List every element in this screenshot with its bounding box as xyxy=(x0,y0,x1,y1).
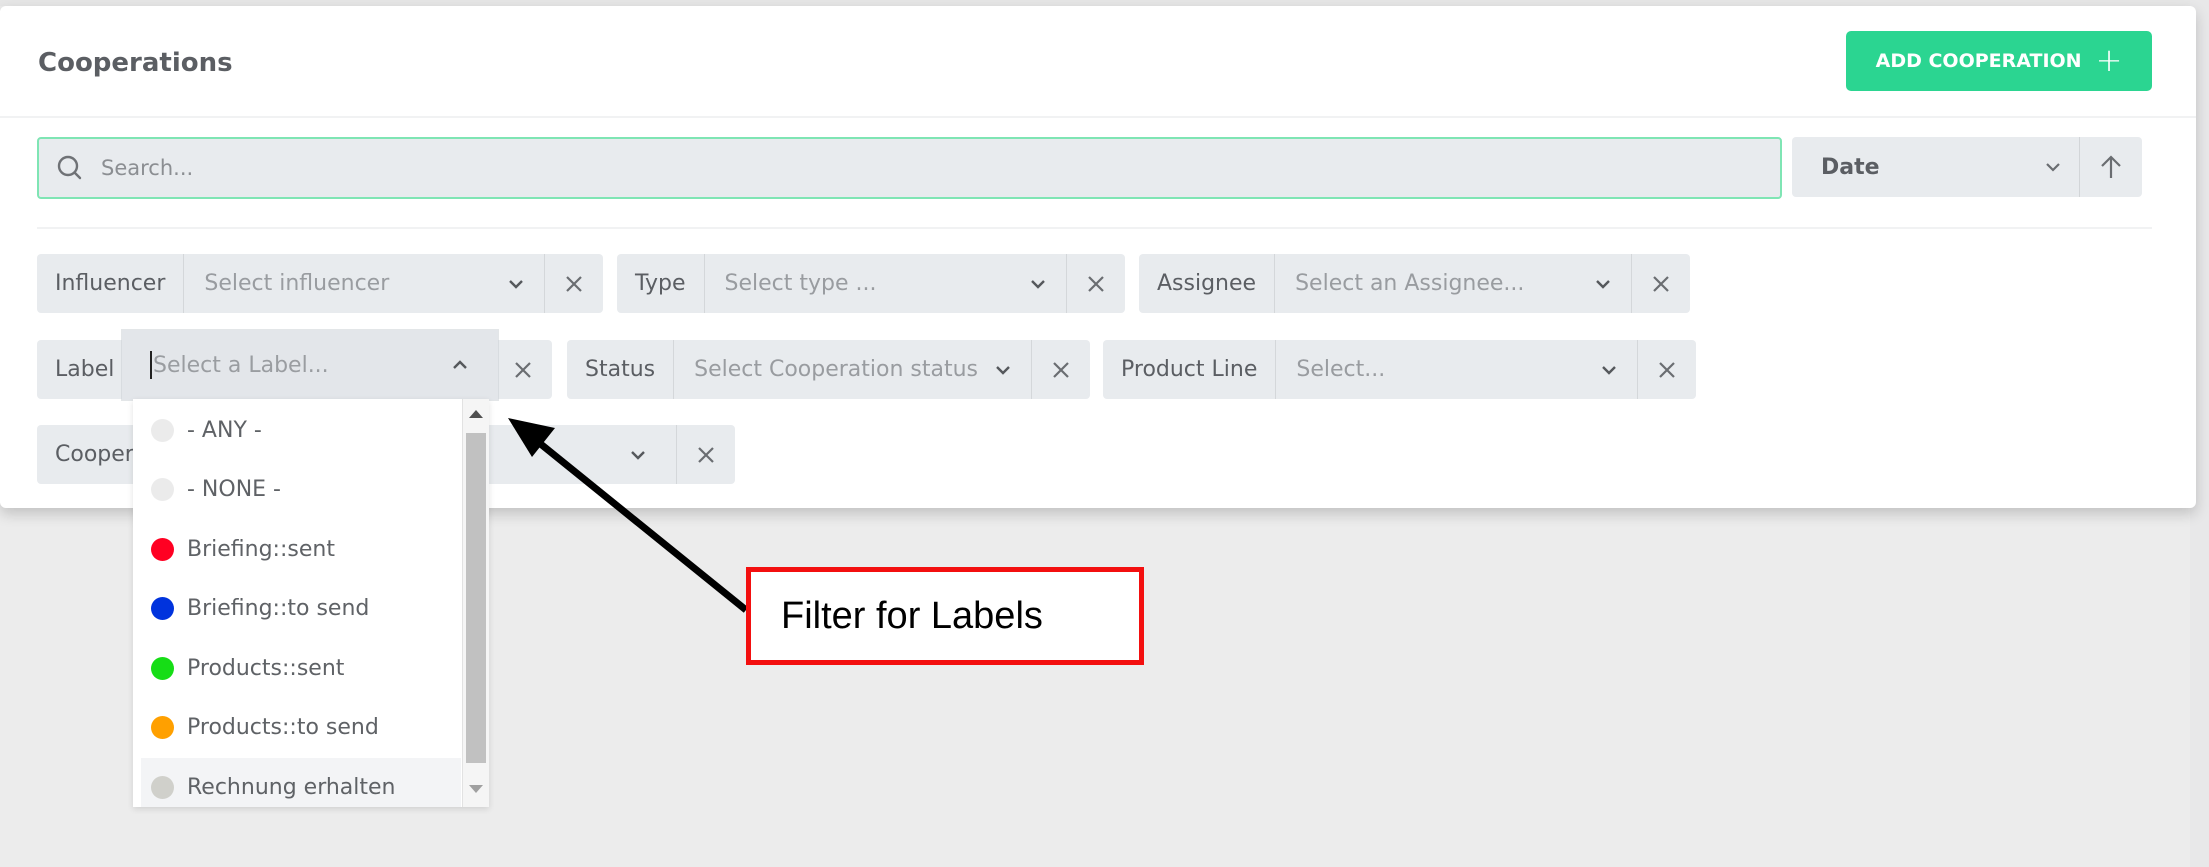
assignee-select[interactable]: Select an Assignee... xyxy=(1275,254,1632,313)
dropdown-scrollbar[interactable] xyxy=(462,399,489,807)
close-icon xyxy=(1659,361,1675,378)
chevron-down-icon xyxy=(996,365,1010,375)
filter-divider xyxy=(37,227,2152,229)
sort-field-value: Date xyxy=(1821,154,1880,180)
label-option-text: Rechnung erhalten xyxy=(187,774,396,800)
filter-label: Label xyxy=(37,340,124,399)
plus-icon: + xyxy=(2095,40,2123,79)
filter-label: Influencer xyxy=(37,254,185,313)
search-field[interactable] xyxy=(37,137,1782,199)
scroll-up-arrow-icon[interactable] xyxy=(469,410,483,418)
select-placeholder: Select influencer xyxy=(204,271,390,296)
label-option[interactable]: Briefing::sent xyxy=(141,520,461,578)
chevron-down-icon xyxy=(631,450,645,460)
select-placeholder: Select an Assignee... xyxy=(1295,271,1525,296)
header-divider xyxy=(0,116,2196,118)
search-input[interactable] xyxy=(99,155,1780,181)
filter-assignee: Assignee Select an Assignee... xyxy=(1139,254,1690,313)
select-placeholder: Select Cooperation status xyxy=(694,357,979,382)
label-color-dot-icon xyxy=(151,775,174,799)
label-select-placeholder: Select a Label... xyxy=(153,352,329,378)
clear-assignee-button[interactable] xyxy=(1632,254,1690,313)
search-icon xyxy=(57,155,82,180)
sort-field-select[interactable]: Date xyxy=(1792,137,2079,197)
sort-direction-button[interactable] xyxy=(2080,137,2142,197)
sort-control: Date xyxy=(1792,137,2142,197)
close-icon xyxy=(698,446,714,463)
scrollbar-thumb[interactable] xyxy=(466,433,486,763)
filter-label: Product Line xyxy=(1103,340,1277,399)
label-color-dot-icon xyxy=(151,418,174,442)
label-option-text: Briefing::sent xyxy=(187,536,335,562)
label-option[interactable]: Rechnung erhalten xyxy=(141,758,461,807)
close-icon xyxy=(1653,275,1669,292)
product-line-select[interactable]: Select... xyxy=(1276,340,1638,399)
label-dropdown-list: - ANY -- NONE -Briefing::sentBriefing::t… xyxy=(133,399,489,807)
label-option[interactable]: - ANY - xyxy=(141,401,461,459)
type-select[interactable]: Select type ... xyxy=(705,254,1067,313)
label-option[interactable]: Products::to send xyxy=(141,699,461,757)
annotation-callout: Filter for Labels xyxy=(746,567,1144,665)
label-option[interactable]: Briefing::to send xyxy=(141,580,461,638)
close-icon xyxy=(515,361,531,378)
annotation-text: Filter for Labels xyxy=(781,594,1043,637)
chevron-down-icon xyxy=(509,279,523,289)
filter-influencer: Influencer Select influencer xyxy=(37,254,603,313)
label-option-text: Products::to send xyxy=(187,715,379,740)
clear-product-line-button[interactable] xyxy=(1638,340,1696,399)
clear-influencer-button[interactable] xyxy=(545,254,603,313)
clear-cooperation-button[interactable] xyxy=(677,425,735,484)
add-cooperation-label: ADD COOPERATION xyxy=(1875,50,2082,72)
label-option-text: - NONE - xyxy=(187,477,281,502)
clear-status-button[interactable] xyxy=(1032,340,1090,399)
label-option-text: Briefing::to send xyxy=(187,596,370,621)
label-select[interactable]: Select a Label... xyxy=(122,330,498,400)
scroll-down-arrow-icon[interactable] xyxy=(469,785,483,793)
filter-label: Type xyxy=(617,254,705,313)
chevron-down-icon xyxy=(1031,279,1045,289)
filter-status: Status Select Cooperation status xyxy=(567,340,1090,399)
filter-label: Status xyxy=(567,340,675,399)
chevron-up-icon xyxy=(453,360,467,369)
label-color-dot-icon xyxy=(151,597,174,620)
close-icon xyxy=(566,275,582,292)
select-placeholder: Select... xyxy=(1296,357,1386,382)
label-color-dot-icon xyxy=(151,537,174,561)
label-option[interactable]: Products::sent xyxy=(141,639,461,697)
chevron-down-icon xyxy=(1602,365,1616,375)
add-cooperation-button[interactable]: ADD COOPERATION + xyxy=(1846,31,2152,91)
arrow-up-icon xyxy=(2101,155,2121,178)
label-option-text: Products::sent xyxy=(187,655,345,681)
close-icon xyxy=(1088,275,1104,292)
chevron-down-icon xyxy=(1596,279,1610,289)
label-color-dot-icon xyxy=(151,656,174,680)
filter-type: Type Select type ... xyxy=(617,254,1125,313)
status-select[interactable]: Select Cooperation status xyxy=(674,340,1032,399)
filter-label: Assignee xyxy=(1139,254,1276,313)
select-placeholder: Select type ... xyxy=(724,271,877,296)
influencer-select[interactable]: Select influencer xyxy=(184,254,545,313)
text-cursor xyxy=(150,351,152,379)
label-option[interactable]: - NONE - xyxy=(141,461,461,519)
label-color-dot-icon xyxy=(151,716,174,739)
clear-label-button[interactable] xyxy=(493,340,552,399)
page-title: Cooperations xyxy=(38,48,233,78)
chevron-down-icon xyxy=(2046,163,2060,172)
label-option-text: - ANY - xyxy=(187,417,262,443)
label-color-dot-icon xyxy=(151,478,174,501)
clear-type-button[interactable] xyxy=(1067,254,1125,313)
filter-product-line: Product Line Select... xyxy=(1103,340,1696,399)
close-icon xyxy=(1053,361,1069,378)
